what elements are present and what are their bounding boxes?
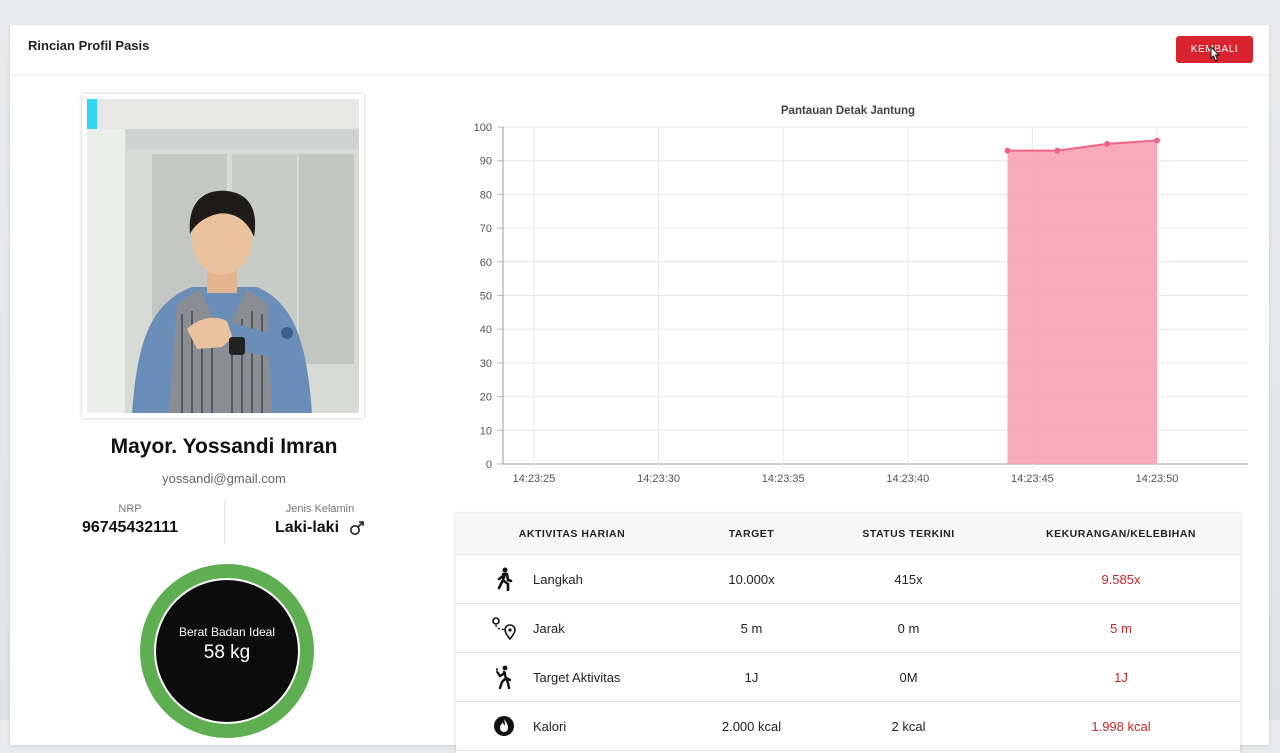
activity-target: 10.000x bbox=[688, 554, 815, 604]
gender-block: Jenis Kelamin Laki-laki bbox=[245, 503, 395, 537]
male-symbol-icon bbox=[350, 521, 364, 535]
activity-target: 2.000 kcal bbox=[688, 701, 815, 751]
x-tick-label: 14:23:35 bbox=[762, 473, 805, 485]
col-target-header: TARGET bbox=[688, 513, 815, 555]
table-row: Kalori 2.000 kcal 2 kcal 1.998 kcal bbox=[456, 701, 1240, 751]
y-tick-label: 0 bbox=[486, 459, 492, 471]
y-tick-label: 100 bbox=[474, 122, 492, 134]
profile-name: Mayor. Yossandi Imran bbox=[110, 435, 338, 458]
heart-rate-point bbox=[1104, 140, 1111, 147]
gender-label: Jenis Kelamin bbox=[285, 503, 355, 515]
activity-diff: 5 m bbox=[1002, 603, 1240, 653]
running-target-icon bbox=[487, 664, 521, 690]
profile-card: Rincian Profil Pasis KEMBALI Mayor. Yoss… bbox=[10, 25, 1269, 753]
chart-title: Pantauan Detak Jantung bbox=[781, 105, 915, 117]
ideal-weight-label: Berat Badan Ideal bbox=[178, 625, 276, 639]
flame-icon bbox=[487, 713, 521, 739]
y-tick-label: 80 bbox=[480, 189, 492, 201]
x-tick-label: 14:23:30 bbox=[637, 473, 680, 485]
y-tick-label: 10 bbox=[480, 425, 492, 437]
table-row: Jarak 5 m 0 m 5 m bbox=[456, 603, 1240, 653]
activity-target: 5 m bbox=[688, 603, 815, 653]
activity-status: 0 m bbox=[815, 603, 1002, 653]
heart-rate-point bbox=[1154, 137, 1160, 144]
activity-name: Kalori bbox=[533, 718, 567, 734]
walking-icon bbox=[487, 566, 521, 592]
activity-name: Jarak bbox=[533, 620, 565, 636]
y-tick-label: 20 bbox=[480, 392, 492, 404]
gender-value: Laki-laki bbox=[274, 519, 340, 536]
nrp-label: NRP bbox=[118, 503, 142, 515]
x-tick-label: 14:23:40 bbox=[886, 473, 929, 485]
nrp-block: NRP 96745432111 bbox=[65, 503, 195, 537]
y-tick-label: 60 bbox=[480, 257, 492, 269]
y-tick-label: 30 bbox=[480, 358, 492, 370]
y-tick-label: 50 bbox=[480, 291, 492, 303]
route-pin-icon bbox=[487, 615, 521, 641]
ideal-weight-text: Berat Badan Ideal 58 kg bbox=[138, 625, 316, 664]
page-title: Rincian Profil Pasis bbox=[28, 38, 150, 53]
mouse-pointer-icon bbox=[1210, 45, 1221, 62]
activity-status: 2 kcal bbox=[815, 701, 1002, 751]
x-tick-label: 14:23:45 bbox=[1011, 473, 1054, 485]
activity-status: 415x bbox=[815, 554, 1002, 604]
profile-email: yossandi@gmail.com bbox=[162, 471, 286, 486]
x-tick-label: 14:23:25 bbox=[513, 473, 556, 485]
heart-rate-chart: Pantauan Detak Jantung 0 10 20 30 40 50 60 70 80… bbox=[474, 105, 1248, 485]
heart-rate-point bbox=[1004, 147, 1011, 154]
activity-table: AKTIVITAS HARIAN TARGET STATUS TERKINI K… bbox=[456, 513, 1240, 753]
activity-status: 0M bbox=[815, 652, 1002, 702]
activity-target: 1J bbox=[688, 652, 815, 702]
profile-photo bbox=[82, 94, 364, 418]
nrp-value: 96745432111 bbox=[81, 519, 179, 536]
col-status-header: STATUS TERKINI bbox=[815, 513, 1002, 555]
y-tick-label: 40 bbox=[480, 324, 492, 336]
activity-name: Target Aktivitas bbox=[533, 669, 621, 685]
heart-rate-point bbox=[1054, 147, 1061, 154]
info-divider bbox=[224, 500, 225, 544]
heart-rate-area bbox=[1007, 140, 1157, 465]
col-diff-header: KEKURANGAN/KELEBIHAN bbox=[1002, 513, 1240, 555]
x-tick-label: 14:23:50 bbox=[1136, 473, 1179, 485]
header-bar: Rincian Profil Pasis KEMBALI bbox=[10, 25, 1269, 76]
table-row: Target Aktivitas 1J 0M 1J bbox=[456, 652, 1240, 702]
y-tick-label: 70 bbox=[480, 223, 492, 235]
activity-name: Langkah bbox=[533, 571, 583, 587]
ideal-weight-value: 58 kg bbox=[203, 642, 251, 663]
table-header-row: AKTIVITAS HARIAN TARGET STATUS TERKINI K… bbox=[456, 513, 1240, 555]
y-tick-label: 90 bbox=[480, 156, 492, 168]
table-row: Langkah 10.000x 415x 9.585x bbox=[456, 554, 1240, 604]
col-activity-header: AKTIVITAS HARIAN bbox=[456, 513, 688, 555]
activity-diff: 1J bbox=[1002, 652, 1240, 702]
activity-diff: 1.998 kcal bbox=[1002, 701, 1240, 751]
activity-diff: 9.585x bbox=[1002, 554, 1240, 604]
